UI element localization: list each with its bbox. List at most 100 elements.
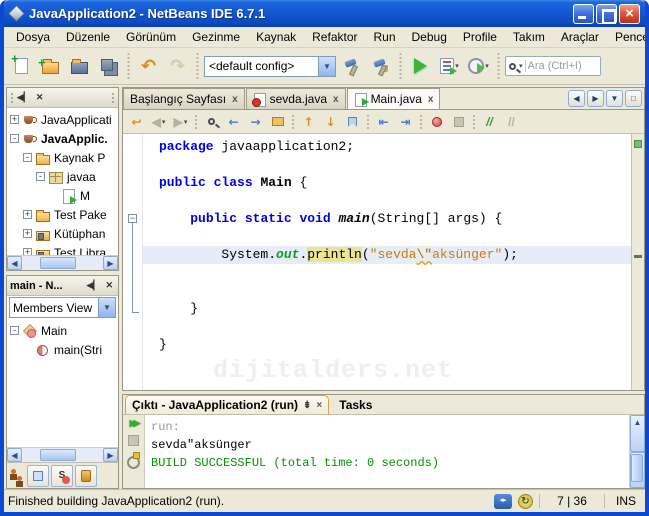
show-non-public-filter-button[interactable]: [75, 464, 97, 487]
scroll-up-icon[interactable]: ▲: [630, 415, 645, 452]
quick-search-input[interactable]: ▾ Ara (Ctrl+I): [505, 56, 601, 76]
scrollbar-thumb[interactable]: [631, 453, 643, 482]
undock-icon[interactable]: ◀▏: [87, 280, 101, 291]
fold-collapse-icon[interactable]: −: [128, 214, 137, 223]
output-console[interactable]: run: sevda"aksünger BUILD SUCCESSFUL (tota…: [145, 415, 629, 488]
tree-item[interactable]: + Kütüphan: [7, 224, 118, 243]
stop-macro-recording-button[interactable]: [448, 112, 469, 132]
menu-run[interactable]: Run: [366, 28, 404, 46]
undo-button[interactable]: ↶: [135, 53, 162, 80]
title-bar[interactable]: JavaApplication2 - NetBeans IDE 6.7.1: [4, 0, 645, 27]
forward-button[interactable]: ▶ ▾: [170, 112, 191, 132]
show-static-filter-button[interactable]: S: [51, 464, 73, 487]
error-stripe[interactable]: [631, 134, 644, 390]
tree-item[interactable]: - JavaApplic.: [7, 129, 118, 148]
menu-araçlar[interactable]: Araçlar: [553, 28, 607, 46]
shift-left-button[interactable]: ⇤: [373, 112, 394, 132]
config-combobox[interactable]: <default config> ▼: [204, 55, 336, 77]
find-next-button[interactable]: →: [245, 112, 266, 132]
output-vscrollbar[interactable]: ▲ ▼: [629, 415, 645, 488]
clean-build-button[interactable]: [367, 53, 394, 80]
close-panel-icon[interactable]: ✕: [34, 92, 46, 103]
collapse-icon[interactable]: -: [10, 134, 19, 143]
comment-button[interactable]: //: [479, 112, 500, 132]
minimize-button[interactable]: [573, 3, 594, 24]
scroll-tabs-left-button[interactable]: ◀: [568, 90, 585, 107]
show-fields-filter-button[interactable]: [27, 464, 49, 487]
menu-düzenle[interactable]: Düzenle: [58, 28, 118, 46]
code-line[interactable]: [143, 228, 631, 246]
back-button[interactable]: ◀ ▾: [148, 112, 169, 132]
build-project-button[interactable]: [338, 53, 365, 80]
debug-project-button[interactable]: ▾: [436, 53, 463, 80]
chevron-down-icon[interactable]: ▾: [485, 62, 489, 70]
rerun-button[interactable]: ▶▶: [130, 418, 141, 429]
find-button[interactable]: [201, 112, 222, 132]
menu-profile[interactable]: Profile: [455, 28, 505, 46]
menu-gezinme[interactable]: Gezinme: [184, 28, 248, 46]
code-line[interactable]: public static void main(String[] args) {: [143, 210, 631, 228]
scrollbar-thumb[interactable]: [40, 257, 76, 269]
update-center-icon[interactable]: ↻: [518, 493, 533, 509]
collapse-icon[interactable]: -: [23, 153, 32, 162]
code-text[interactable]: dijitalders.net package javaapplication2…: [143, 134, 631, 390]
current-line-mark[interactable]: [634, 255, 642, 258]
close-tab-icon[interactable]: x: [333, 94, 339, 105]
tree-item[interactable]: + Test Libra: [7, 243, 118, 255]
tree-item[interactable]: M: [7, 186, 118, 205]
code-line[interactable]: }: [143, 336, 631, 354]
navigator-hscrollbar[interactable]: ◀ ▶: [7, 447, 118, 462]
code-line[interactable]: [143, 264, 631, 282]
tree-item[interactable]: + JavaApplicati: [7, 110, 118, 129]
scrollbar-thumb[interactable]: [40, 449, 76, 461]
fold-gutter[interactable]: −: [123, 134, 143, 390]
code-line[interactable]: System.out.println("sevda\"aksünger");: [143, 246, 631, 264]
close-button[interactable]: [619, 3, 640, 24]
code-line[interactable]: }: [143, 300, 631, 318]
navigator-panel-header[interactable]: main - N... ◀▏ ✕: [7, 276, 118, 296]
shift-right-button[interactable]: ⇥: [395, 112, 416, 132]
scroll-tabs-right-button[interactable]: ▶: [587, 90, 604, 107]
editor-tab[interactable]: sevda.java x: [245, 88, 346, 109]
tree-item[interactable]: + Test Pake: [7, 205, 118, 224]
maximize-button[interactable]: [596, 3, 617, 24]
tree-item[interactable]: main(Stri: [7, 340, 118, 359]
close-tab-icon[interactable]: ×: [316, 400, 322, 411]
expand-icon[interactable]: +: [23, 248, 32, 255]
close-tab-icon[interactable]: x: [428, 94, 434, 105]
next-bookmark-button[interactable]: ↓: [320, 112, 341, 132]
output-options-button[interactable]: [127, 452, 140, 469]
open-project-button[interactable]: [66, 53, 93, 80]
expand-icon[interactable]: +: [23, 210, 32, 219]
editor-navigation-icon[interactable]: ◂▸: [494, 493, 512, 509]
menu-görünüm[interactable]: Görünüm: [118, 28, 184, 46]
tree-item[interactable]: - Main: [7, 321, 118, 340]
highlight-search-button[interactable]: [267, 112, 288, 132]
search-icon[interactable]: [509, 62, 516, 70]
editor-tab[interactable]: Main.java x: [346, 88, 441, 109]
editor-tab[interactable]: Başlangıç Sayfası x: [123, 88, 245, 109]
close-panel-icon[interactable]: ✕: [103, 280, 115, 291]
new-file-button[interactable]: +: [8, 52, 35, 80]
uncomment-button[interactable]: //: [501, 112, 522, 132]
menu-debug[interactable]: Debug: [404, 28, 455, 46]
code-line[interactable]: [143, 192, 631, 210]
menu-refaktor[interactable]: Refaktor: [304, 28, 365, 46]
collapse-icon[interactable]: -: [36, 172, 45, 181]
menu-dosya[interactable]: Dosya: [8, 28, 58, 46]
scroll-left-icon[interactable]: ◀: [7, 448, 22, 462]
menu-kaynak[interactable]: Kaynak: [248, 28, 304, 46]
new-project-button[interactable]: +: [37, 53, 64, 80]
code-line[interactable]: package javaapplication2;: [143, 138, 631, 156]
scroll-left-icon[interactable]: ◀: [7, 256, 22, 270]
code-line[interactable]: public class Main {: [143, 174, 631, 192]
chevron-down-icon[interactable]: ▾: [519, 62, 523, 70]
toggle-bookmark-button[interactable]: [342, 112, 363, 132]
stop-run-button[interactable]: [128, 435, 139, 446]
collapse-icon[interactable]: -: [10, 326, 19, 335]
tree-item[interactable]: - Kaynak P: [7, 148, 118, 167]
maximize-editor-button[interactable]: □: [625, 90, 642, 107]
previous-bookmark-button[interactable]: ↑: [298, 112, 319, 132]
menu-takım[interactable]: Takım: [505, 28, 553, 46]
output-tab[interactable]: Çıktı - JavaApplication2 (run) ⇟ ×: [125, 395, 330, 414]
